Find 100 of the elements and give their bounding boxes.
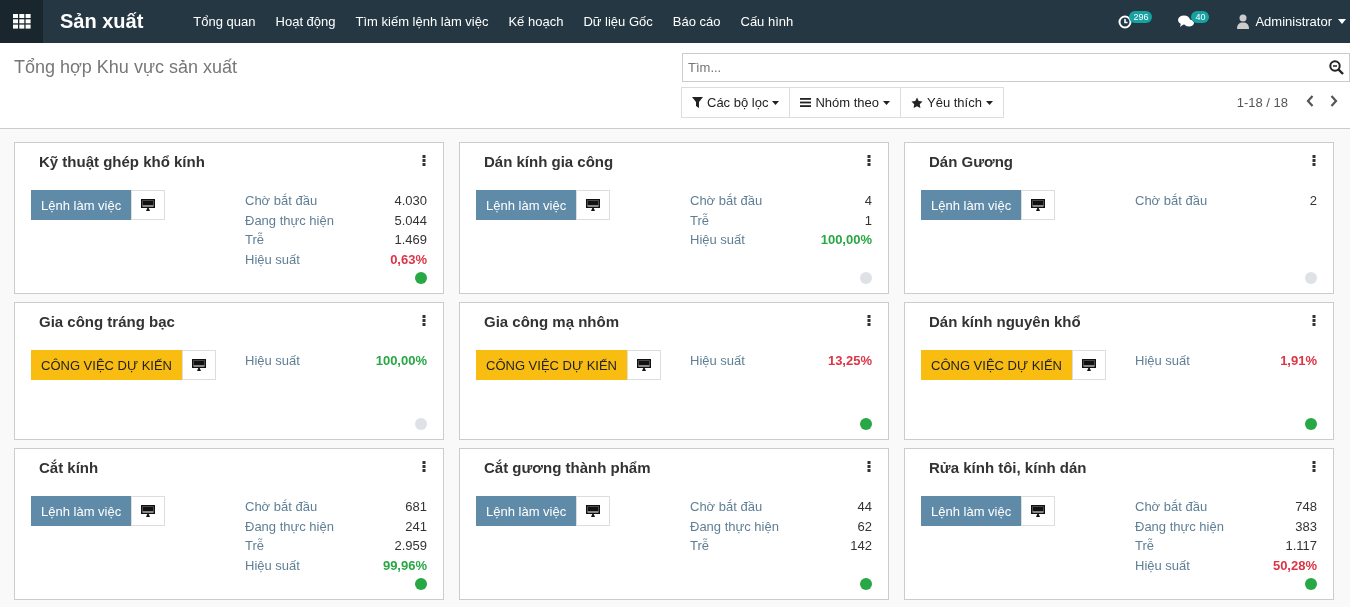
work-orders-button[interactable]: CÔNG VIỆC DỰ KIẾN [921, 350, 1072, 380]
menu-item[interactable]: Hoạt động [265, 14, 346, 29]
stat-label-link[interactable]: Hiệu suất [1135, 353, 1190, 369]
monitor-button[interactable] [131, 190, 166, 220]
work-orders-button[interactable]: Lệnh làm việc [476, 496, 577, 526]
caret-icon [772, 100, 780, 105]
monitor-button[interactable] [1021, 190, 1056, 220]
monitor-button[interactable] [1021, 496, 1056, 526]
monitor-icon [141, 505, 156, 517]
menu-item[interactable]: Báo cáo [662, 14, 731, 29]
stat-label-link[interactable]: Chờ bắt đầu [690, 193, 763, 209]
stat-value: 0,63% [390, 251, 427, 267]
stat-label-link[interactable]: Trễ [245, 232, 265, 248]
stat-value: 1.117 [1285, 538, 1317, 554]
stat-value: 4 [864, 193, 872, 209]
stat-value: 13,25% [827, 353, 872, 369]
message-count-badge: 40 [1191, 10, 1210, 23]
work-orders-button[interactable]: Lệnh làm việc [476, 190, 577, 220]
work-orders-button[interactable]: CÔNG VIỆC DỰ KIẾN [476, 350, 627, 380]
more-options-button[interactable] [866, 460, 872, 475]
filter-dropdown-button[interactable]: Yêu thích [900, 87, 1004, 118]
filter-dropdown-button[interactable]: Các bộ lọc [681, 87, 791, 118]
stat-value: 99,96% [382, 557, 427, 573]
stat-label-link[interactable]: Hiệu suất [1135, 557, 1190, 573]
star-icon [911, 96, 923, 109]
menu-item[interactable]: Tổng quan [183, 14, 266, 29]
user-menu[interactable]: Administrator [1229, 14, 1346, 29]
funnel-icon [692, 97, 703, 108]
menu-item[interactable]: Dữ liệu Gốc [573, 14, 663, 29]
chat-bubbles-icon [1178, 15, 1195, 28]
more-options-button[interactable] [1311, 154, 1317, 169]
card-title: Dán kính nguyên khổ [929, 313, 1081, 330]
monitor-icon [1031, 199, 1046, 211]
stat-label-link[interactable]: Chờ bắt đầu [245, 499, 318, 515]
menu-item[interactable]: Cấu hình [730, 14, 804, 29]
kebab-icon [422, 155, 426, 166]
stat-label-link[interactable]: Hiệu suất [245, 353, 300, 369]
monitor-button[interactable] [182, 350, 216, 380]
stat-value: 100,00% [375, 353, 427, 369]
more-options-button[interactable] [1311, 460, 1317, 475]
stat-value: 1,91% [1280, 353, 1317, 369]
menu-item[interactable]: Kế hoạch [498, 14, 574, 29]
kebab-icon [867, 155, 871, 166]
stat-label-link[interactable]: Hiệu suất [690, 353, 745, 369]
kebab-icon [1312, 461, 1316, 472]
work-orders-button[interactable]: Lệnh làm việc [31, 190, 132, 220]
user-silhouette-icon [1237, 14, 1250, 29]
stat-value: 383 [1295, 518, 1317, 534]
stat-label-link[interactable]: Hiệu suất [245, 251, 300, 267]
work-orders-button[interactable]: Lệnh làm việc [921, 496, 1022, 526]
stat-label-link[interactable]: Chờ bắt đầu [1135, 499, 1208, 515]
page-title: Tổng hợp Khu vực sản xuất [14, 57, 237, 79]
more-options-button[interactable] [421, 314, 427, 329]
list-icon [800, 98, 812, 107]
stat-value: 681 [405, 499, 427, 515]
stat-value: 62 [857, 518, 872, 534]
chevron-right-icon [1330, 95, 1338, 107]
monitor-button[interactable] [1072, 350, 1106, 380]
stat-label-link[interactable]: Trễ [1135, 538, 1155, 554]
more-options-button[interactable] [421, 460, 427, 475]
caret-icon [985, 100, 993, 105]
stat-label-link[interactable]: Chờ bắt đầu [690, 499, 763, 515]
stat-value: 748 [1295, 499, 1317, 515]
stat-label-link[interactable]: Hiệu suất [245, 557, 300, 573]
kebab-icon [867, 461, 871, 472]
stat-label-link[interactable]: Đang thực hiện [245, 518, 334, 534]
stat-label-link[interactable]: Hiệu suất [690, 232, 745, 248]
more-options-button[interactable] [421, 154, 427, 169]
more-options-button[interactable] [866, 154, 872, 169]
monitor-button[interactable] [576, 190, 611, 220]
stat-value: 2.959 [394, 538, 427, 554]
monitor-button[interactable] [627, 350, 661, 380]
stat-label-link[interactable]: Đang thực hiện [1135, 518, 1224, 534]
stat-label-link[interactable]: Chờ bắt đầu [1135, 193, 1208, 209]
work-orders-button[interactable]: Lệnh làm việc [31, 496, 132, 526]
stat-label-link[interactable]: Đang thực hiện [245, 212, 334, 228]
stat-value: 142 [850, 538, 872, 554]
work-orders-button[interactable]: CÔNG VIỆC DỰ KIẾN [31, 350, 182, 380]
kebab-icon [867, 315, 871, 326]
activity-count-badge: 296 [1129, 10, 1153, 23]
monitor-button[interactable] [576, 496, 611, 526]
stat-label-link[interactable]: Trễ [245, 538, 265, 554]
card-title: Gia công tráng bạc [39, 313, 175, 330]
kebab-icon [1312, 315, 1316, 326]
stat-label-link[interactable]: Trễ [690, 212, 710, 228]
more-options-button[interactable] [866, 314, 872, 329]
stat-label-link[interactable]: Trễ [690, 538, 710, 554]
search-field[interactable]: Tìm... [682, 53, 1350, 82]
stat-label-link[interactable]: Chờ bắt đầu [245, 193, 318, 209]
work-orders-button[interactable]: Lệnh làm việc [921, 190, 1022, 220]
apps-menu-button[interactable] [0, 0, 43, 43]
more-options-button[interactable] [1311, 314, 1317, 329]
menu-item[interactable]: Tìm kiếm lệnh làm việc [345, 14, 499, 29]
grid-icon [12, 14, 31, 29]
card-title: Rửa kính tôi, kính dán [929, 459, 1087, 476]
monitor-icon [586, 199, 601, 211]
filter-dropdown-button[interactable]: Nhóm theo [789, 87, 901, 118]
monitor-button[interactable] [131, 496, 166, 526]
card-title: Kỹ thuật ghép khổ kính [39, 153, 205, 170]
stat-label-link[interactable]: Đang thực hiện [690, 518, 779, 534]
